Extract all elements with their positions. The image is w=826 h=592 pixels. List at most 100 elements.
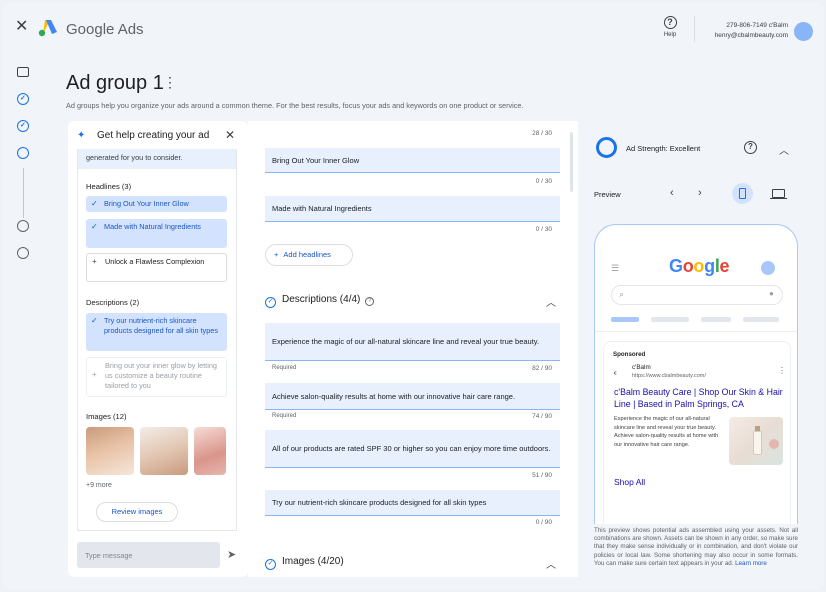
google-ads-logo (38, 20, 57, 37)
help-label: Help (663, 32, 677, 38)
suggestion-chip[interactable]: ✓ Made with Natural Ingredients (86, 219, 227, 248)
headlines-label: Headlines (3) (86, 182, 132, 191)
result-tab (743, 317, 779, 322)
close-icon[interactable]: ✕ (15, 19, 29, 35)
image-thumbnail[interactable] (86, 427, 134, 475)
descriptions-label: Descriptions (2) (86, 298, 140, 307)
previous-arrow-icon[interactable]: ‹ (670, 187, 674, 199)
preview-disclaimer: This preview shows potential ads assembl… (594, 527, 798, 567)
step-current-icon[interactable] (17, 147, 29, 159)
app-frame: ✕ Google Ads ? Help 279-806-7149 c'Balm … (2, 2, 824, 590)
step-pending-icon[interactable] (17, 247, 29, 259)
add-headlines-button[interactable]: + Add headlines (265, 244, 353, 266)
help-icon: ? (663, 16, 677, 29)
check-icon: ✓ (91, 222, 98, 231)
chevron-up-icon[interactable]: ︿ (546, 556, 556, 571)
ad-strength-ring (596, 137, 617, 158)
required-label: Required (272, 365, 297, 371)
char-counter: 74 / 90 (532, 413, 552, 420)
suggestion-chip[interactable]: ✓ Bring Out Your Inner Glow (86, 196, 227, 212)
images-section-header[interactable]: ✓ Images (4/20) (265, 556, 344, 570)
suggestion-chip[interactable]: + Bring out your inner glow by letting u… (86, 357, 227, 397)
help-button[interactable]: ? Help (658, 16, 682, 38)
page-title: Ad group 1 (66, 72, 164, 94)
advertiser-url: https://www.cbalmbeauty.com/ (632, 373, 706, 379)
plus-icon: + (92, 370, 97, 379)
search-bar: ⌕ ● (611, 285, 783, 305)
send-icon[interactable]: ➤ (227, 548, 236, 561)
google-logo: Google (669, 256, 730, 276)
description-field[interactable]: All of our products are rated SPF 30 or … (265, 430, 560, 468)
char-counter: 28 / 30 (532, 130, 552, 137)
assistant-panel: ✦ Get help creating your ad ✕ generated … (68, 121, 248, 577)
step-pending-icon[interactable] (17, 220, 29, 232)
suggestion-chip[interactable]: ✓ Try our nutrient-rich skincare product… (86, 313, 227, 351)
mobile-preview-toggle[interactable] (732, 183, 753, 204)
sponsored-label: Sponsored (613, 351, 646, 358)
char-counter: 0 / 30 (535, 226, 552, 233)
char-counter: 0 / 30 (535, 178, 552, 185)
check-icon: ✓ (91, 199, 98, 208)
suggestion-chip[interactable]: + Unlock a Flawless Complexion (86, 253, 227, 282)
headline-field[interactable]: Made with Natural Ingredients (265, 196, 560, 222)
chevron-up-icon[interactable]: ︿ (779, 142, 789, 157)
more-options-icon[interactable]: ⋮ (163, 74, 177, 91)
description-field[interactable]: Achieve salon-quality results at home wi… (265, 383, 560, 410)
check-circle-icon: ✓ (265, 297, 276, 308)
mic-icon: ● (769, 289, 774, 298)
step-check-icon[interactable]: ✓ (17, 93, 29, 105)
description-field[interactable]: Experience the magic of our all-natural … (265, 323, 560, 361)
menu-icon: ☰ (611, 263, 620, 273)
header-divider (694, 16, 695, 42)
advertiser-name: c'Balm (632, 364, 651, 371)
headline-field[interactable]: Bring Out Your Inner Glow (265, 148, 560, 173)
ad-product-image (729, 417, 783, 465)
ad-preview-card: Sponsored ꟲ c'Balm https://www.cbalmbeau… (603, 341, 791, 524)
review-images-button[interactable]: Review images (96, 502, 178, 522)
scrollbar[interactable] (570, 132, 573, 192)
chevron-up-icon[interactable]: ︿ (546, 294, 556, 309)
ad-strength-label: Ad Strength: Excellent (626, 144, 701, 153)
step-connector (23, 168, 24, 218)
left-rail: ✓ ✓ (2, 54, 46, 590)
image-thumbnail[interactable] (194, 427, 226, 475)
account-info[interactable]: 279-806-7149 c'Balm henry@cbalmbeauty.co… (702, 21, 788, 41)
mobile-preview: ☰ Google ⌕ ● Sponsored ꟲ c'Balm https://… (594, 224, 798, 524)
help-icon[interactable]: ? (365, 297, 375, 306)
learn-more-link[interactable]: Learn more (735, 560, 767, 567)
descriptions-section-header[interactable]: ✓ Descriptions (4/4)? (265, 294, 375, 308)
check-icon: ✓ (91, 316, 98, 325)
page-description: Ad groups help you organize your ads aro… (66, 101, 524, 110)
phone-icon (739, 188, 746, 199)
result-tab (701, 317, 731, 322)
step-check-icon[interactable]: ✓ (17, 120, 29, 132)
char-counter: 0 / 90 (535, 519, 552, 526)
description-field[interactable]: Try our nutrient-rich skincare products … (265, 490, 560, 516)
avatar (761, 261, 775, 275)
more-images-label: +9 more (86, 482, 112, 489)
next-arrow-icon[interactable]: › (698, 187, 702, 199)
advertiser-favicon: ꟲ (614, 372, 617, 378)
more-options-icon: ⋮ (778, 366, 786, 375)
assistant-content: generated for you to consider. Headlines… (77, 149, 237, 531)
image-thumbnail[interactable] (140, 427, 188, 475)
required-label: Required (272, 413, 297, 419)
brand-name: Google Ads (66, 21, 144, 38)
avatar[interactable] (794, 22, 813, 41)
result-tab (651, 317, 689, 322)
message-input[interactable] (77, 542, 220, 568)
search-icon: ⌕ (619, 289, 625, 299)
divider (595, 331, 797, 332)
campaign-icon[interactable] (17, 67, 29, 77)
sparkle-icon: ✦ (77, 130, 86, 141)
assistant-header: ✦ Get help creating your ad ✕ (68, 121, 248, 149)
help-icon[interactable]: ? (744, 141, 757, 154)
account-phone: 279-806-7149 c'Balm (726, 22, 788, 29)
desktop-preview-icon[interactable] (770, 189, 787, 200)
generated-note: generated for you to consider. (78, 149, 236, 169)
account-email: henry@cbalmbeauty.com (714, 32, 788, 39)
close-icon[interactable]: ✕ (225, 128, 235, 142)
preview-label: Preview (594, 190, 621, 199)
result-tab (611, 317, 639, 322)
check-circle-icon: ✓ (265, 559, 276, 570)
